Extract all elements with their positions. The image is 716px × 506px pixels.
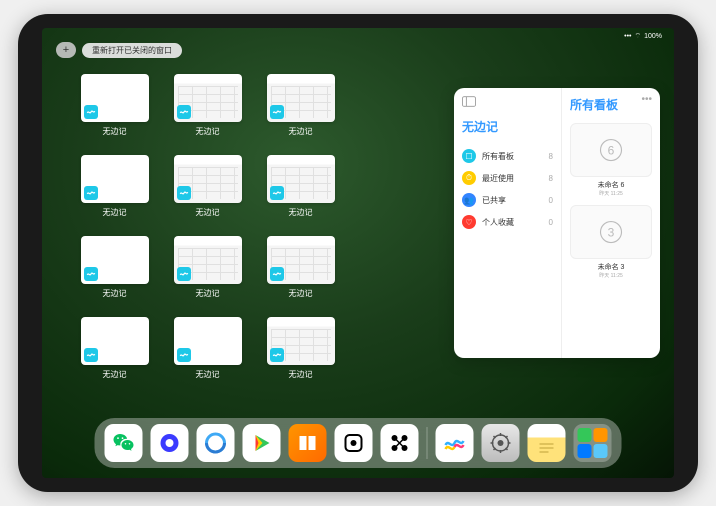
stage-manager-panel: 无边记 ☐ 所有看板 8 ⏱ 最近使用 8 👥 已共享 0 ♡ 个人收藏 0 ••• 所有看板 6 未命… — [454, 88, 660, 358]
freeform-app-icon — [84, 186, 98, 200]
app-window-thumb[interactable]: 无边记 — [260, 236, 341, 299]
sidebar-item-icon: ☐ — [462, 149, 476, 163]
dock-game-icon[interactable] — [335, 424, 373, 462]
status-bar: ••• ⌔ 100% — [624, 32, 662, 41]
dock-separator — [427, 427, 428, 459]
app-thumb-label: 无边记 — [196, 207, 220, 218]
app-window-thumb[interactable]: 无边记 — [74, 236, 155, 299]
dock-books-icon[interactable] — [289, 424, 327, 462]
battery-label: 100% — [644, 33, 662, 40]
panel-main: ••• 所有看板 6未命名 6昨天 11:253未命名 3昨天 11:25 — [562, 88, 660, 358]
signal-icon: ••• — [624, 33, 631, 40]
panel-sidebar: 无边记 ☐ 所有看板 8 ⏱ 最近使用 8 👥 已共享 0 ♡ 个人收藏 0 — [454, 88, 562, 358]
sidebar-item-icon: ♡ — [462, 215, 476, 229]
dock — [95, 418, 622, 468]
freeform-app-icon — [270, 267, 284, 281]
freeform-app-icon — [270, 186, 284, 200]
freeform-app-icon — [177, 348, 191, 362]
app-window-thumb[interactable]: 无边记 — [74, 74, 155, 137]
app-thumb-label: 无边记 — [289, 207, 313, 218]
app-switcher-grid: 无边记无边记无边记无边记无边记无边记无边记无边记无边记无边记无边记无边记 — [74, 74, 434, 380]
sidebar-item-label: 已共享 — [482, 195, 543, 206]
dock-settings-icon[interactable] — [482, 424, 520, 462]
dock-qqbrowser-icon[interactable] — [197, 424, 235, 462]
sidebar-item-count: 8 — [549, 152, 553, 161]
board-preview: 6 — [570, 123, 652, 177]
sidebar-item-label: 所有看板 — [482, 151, 543, 162]
freeform-app-icon — [270, 105, 284, 119]
top-toolbar: + 重新打开已关闭的窗口 — [56, 42, 182, 58]
sidebar-item-count: 0 — [549, 196, 553, 205]
app-thumb-label: 无边记 — [196, 288, 220, 299]
freeform-app-icon — [177, 105, 191, 119]
sidebar-title: 无边记 — [462, 118, 553, 135]
sidebar-toggle-icon[interactable] — [462, 96, 553, 110]
board-card[interactable]: 6 未命名 6昨天 11:25 — [570, 123, 652, 197]
more-icon[interactable]: ••• — [641, 94, 652, 105]
freeform-app-icon — [84, 105, 98, 119]
board-timestamp: 昨天 11:25 — [570, 190, 652, 197]
app-thumb-label: 无边记 — [103, 207, 127, 218]
board-name: 未命名 6 — [570, 180, 652, 190]
dock-notes-icon[interactable] — [528, 424, 566, 462]
freeform-app-icon — [84, 348, 98, 362]
app-window-thumb[interactable]: 无边记 — [167, 317, 248, 380]
sidebar-item-label: 最近使用 — [482, 173, 543, 184]
svg-text:6: 6 — [608, 144, 615, 158]
app-window-thumb[interactable]: 无边记 — [167, 236, 248, 299]
sidebar-item[interactable]: 👥 已共享 0 — [462, 189, 553, 211]
app-thumb-label: 无边记 — [103, 288, 127, 299]
app-window-thumb[interactable]: 无边记 — [74, 317, 155, 380]
new-window-button[interactable]: + — [56, 42, 76, 58]
app-thumb-label: 无边记 — [103, 369, 127, 380]
sidebar-item-icon: 👥 — [462, 193, 476, 207]
app-thumb-label: 无边记 — [196, 369, 220, 380]
sidebar-item-label: 个人收藏 — [482, 217, 543, 228]
screen: ••• ⌔ 100% + 重新打开已关闭的窗口 无边记无边记无边记无边记无边记无… — [42, 28, 674, 478]
app-window-thumb[interactable]: 无边记 — [74, 155, 155, 218]
board-name: 未命名 3 — [570, 262, 652, 272]
dock-wechat-icon[interactable] — [105, 424, 143, 462]
dock-quark-icon[interactable] — [151, 424, 189, 462]
dock-recent-folder[interactable] — [574, 424, 612, 462]
freeform-app-icon — [177, 267, 191, 281]
dock-freeform-icon[interactable] — [436, 424, 474, 462]
app-window-thumb[interactable]: 无边记 — [260, 155, 341, 218]
app-thumb-label: 无边记 — [289, 369, 313, 380]
freeform-app-icon — [270, 348, 284, 362]
sidebar-item[interactable]: ♡ 个人收藏 0 — [462, 211, 553, 233]
app-thumb-label: 无边记 — [289, 126, 313, 137]
svg-text:3: 3 — [608, 226, 615, 240]
app-window-thumb[interactable]: 无边记 — [167, 155, 248, 218]
board-preview: 3 — [570, 205, 652, 259]
sidebar-item[interactable]: ☐ 所有看板 8 — [462, 145, 553, 167]
freeform-app-icon — [177, 186, 191, 200]
sidebar-item-count: 0 — [549, 218, 553, 227]
sidebar-item-count: 8 — [549, 174, 553, 183]
dock-connect-icon[interactable] — [381, 424, 419, 462]
wifi-icon: ⌔ — [635, 32, 642, 41]
ipad-frame: ••• ⌔ 100% + 重新打开已关闭的窗口 无边记无边记无边记无边记无边记无… — [18, 14, 698, 492]
app-thumb-label: 无边记 — [103, 126, 127, 137]
reopen-closed-window-button[interactable]: 重新打开已关闭的窗口 — [82, 43, 182, 58]
app-window-thumb[interactable]: 无边记 — [260, 74, 341, 137]
board-card[interactable]: 3 未命名 3昨天 11:25 — [570, 205, 652, 279]
freeform-app-icon — [84, 267, 98, 281]
app-window-thumb[interactable]: 无边记 — [167, 74, 248, 137]
sidebar-item-icon: ⏱ — [462, 171, 476, 185]
sidebar-item[interactable]: ⏱ 最近使用 8 — [462, 167, 553, 189]
app-thumb-label: 无边记 — [196, 126, 220, 137]
app-thumb-label: 无边记 — [289, 288, 313, 299]
panel-main-title: 所有看板 — [570, 96, 652, 113]
dock-media-icon[interactable] — [243, 424, 281, 462]
app-window-thumb[interactable]: 无边记 — [260, 317, 341, 380]
board-timestamp: 昨天 11:25 — [570, 272, 652, 279]
